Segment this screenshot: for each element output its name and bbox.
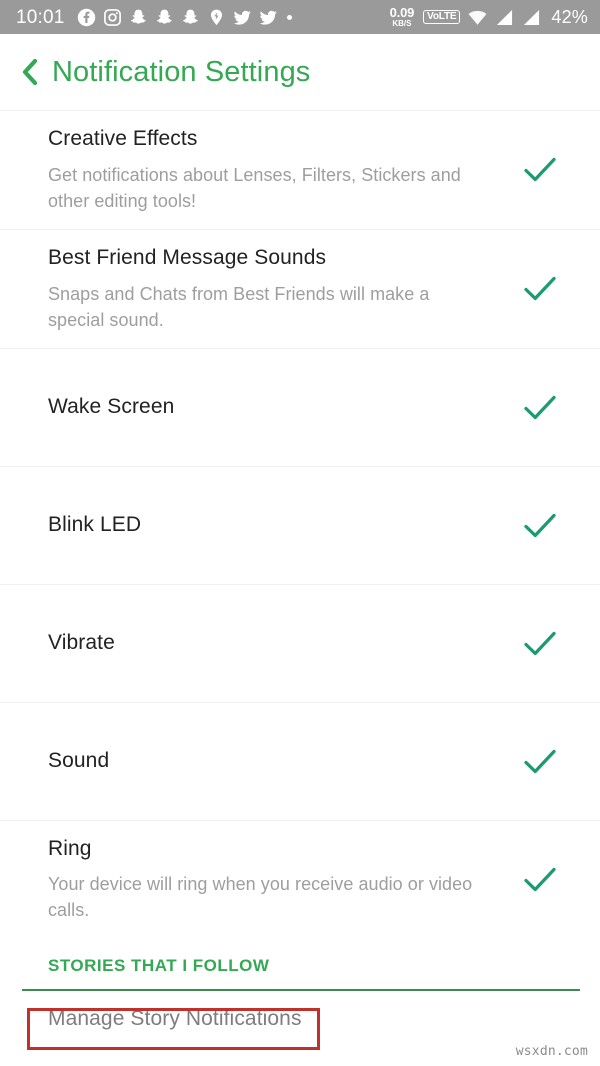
checkmark-icon[interactable]	[520, 388, 560, 428]
twitter-icon	[259, 8, 278, 27]
setting-subtitle: Snaps and Chats from Best Friends will m…	[48, 283, 430, 330]
setting-title: Wake Screen	[48, 395, 175, 419]
network-speed-indicator: 0.09 KB/S	[390, 6, 415, 28]
snapchat-icon	[129, 8, 148, 27]
row-text: Best Friend Message Sounds Snaps and Cha…	[48, 245, 520, 332]
row-text: Vibrate	[48, 630, 520, 656]
setting-row-wake-screen[interactable]: Wake Screen	[0, 348, 600, 466]
section-header-stories: STORIES THAT I FOLLOW	[48, 956, 270, 975]
wifi-icon	[468, 8, 487, 27]
checkmark-icon[interactable]	[520, 150, 560, 190]
setting-row-blink-led[interactable]: Blink LED	[0, 466, 600, 584]
manage-story-notifications-row[interactable]: Manage Story Notifications	[27, 991, 600, 1047]
checkmark-icon[interactable]	[520, 506, 560, 546]
setting-row-best-friend-message-sounds[interactable]: Best Friend Message Sounds Snaps and Cha…	[0, 229, 600, 348]
row-text: Ring Your device will ring when you rece…	[48, 836, 520, 923]
facebook-icon	[77, 8, 96, 27]
setting-row-ring[interactable]: Ring Your device will ring when you rece…	[0, 820, 600, 938]
setting-title: Ring	[48, 836, 92, 860]
instagram-icon	[103, 8, 122, 27]
status-bar: 10:01 0.09 KB/S VoLTE 42%	[0, 0, 600, 34]
setting-row-sound[interactable]: Sound	[0, 702, 600, 820]
row-text: Sound	[48, 748, 520, 774]
setting-title: Best Friend Message Sounds	[48, 246, 327, 270]
setting-title: Vibrate	[48, 631, 115, 655]
snapchat-icon	[155, 8, 174, 27]
more-dot-icon	[286, 14, 292, 20]
setting-row-creative-effects[interactable]: Creative Effects Get notifications about…	[0, 110, 600, 229]
signal-bars-icon	[495, 8, 514, 27]
network-speed-unit: KB/S	[392, 19, 412, 28]
stories-section: STORIES THAT I FOLLOW Manage Story Notif…	[0, 938, 600, 1047]
settings-list: Creative Effects Get notifications about…	[0, 110, 600, 938]
checkmark-icon[interactable]	[520, 269, 560, 309]
volte-badge: VoLTE	[423, 9, 461, 25]
row-text: Wake Screen	[48, 394, 520, 420]
checkmark-icon[interactable]	[520, 742, 560, 782]
watermark: wsxdn.com	[515, 1044, 588, 1059]
setting-subtitle: Your device will ring when you receive a…	[48, 874, 473, 921]
network-speed-value: 0.09	[389, 5, 415, 20]
setting-title: Creative Effects	[48, 127, 198, 151]
snapchat-icon	[181, 8, 200, 27]
setting-row-vibrate[interactable]: Vibrate	[0, 584, 600, 702]
row-text: Creative Effects Get notifications about…	[48, 126, 520, 213]
setting-subtitle: Get notifications about Lenses, Filters,…	[48, 164, 461, 211]
battery-percentage: 42%	[551, 6, 588, 27]
chevron-left-icon	[22, 58, 38, 86]
page-title: Notification Settings	[52, 55, 311, 88]
status-clock: 10:01	[16, 6, 65, 28]
setting-title: Blink LED	[48, 513, 142, 537]
twitter-icon	[233, 8, 252, 27]
snapchat-pin-icon	[207, 8, 226, 27]
manage-story-notifications-label: Manage Story Notifications	[48, 1007, 302, 1030]
row-text: Blink LED	[48, 512, 520, 538]
status-right-tray: 0.09 KB/S VoLTE 42%	[390, 6, 588, 28]
checkmark-icon[interactable]	[520, 860, 560, 900]
back-button[interactable]	[18, 55, 48, 89]
checkmark-icon[interactable]	[520, 624, 560, 664]
app-header: Notification Settings	[0, 34, 600, 110]
setting-title: Sound	[48, 749, 110, 773]
signal-bars-icon	[522, 8, 541, 27]
notification-icons-tray	[77, 8, 390, 27]
